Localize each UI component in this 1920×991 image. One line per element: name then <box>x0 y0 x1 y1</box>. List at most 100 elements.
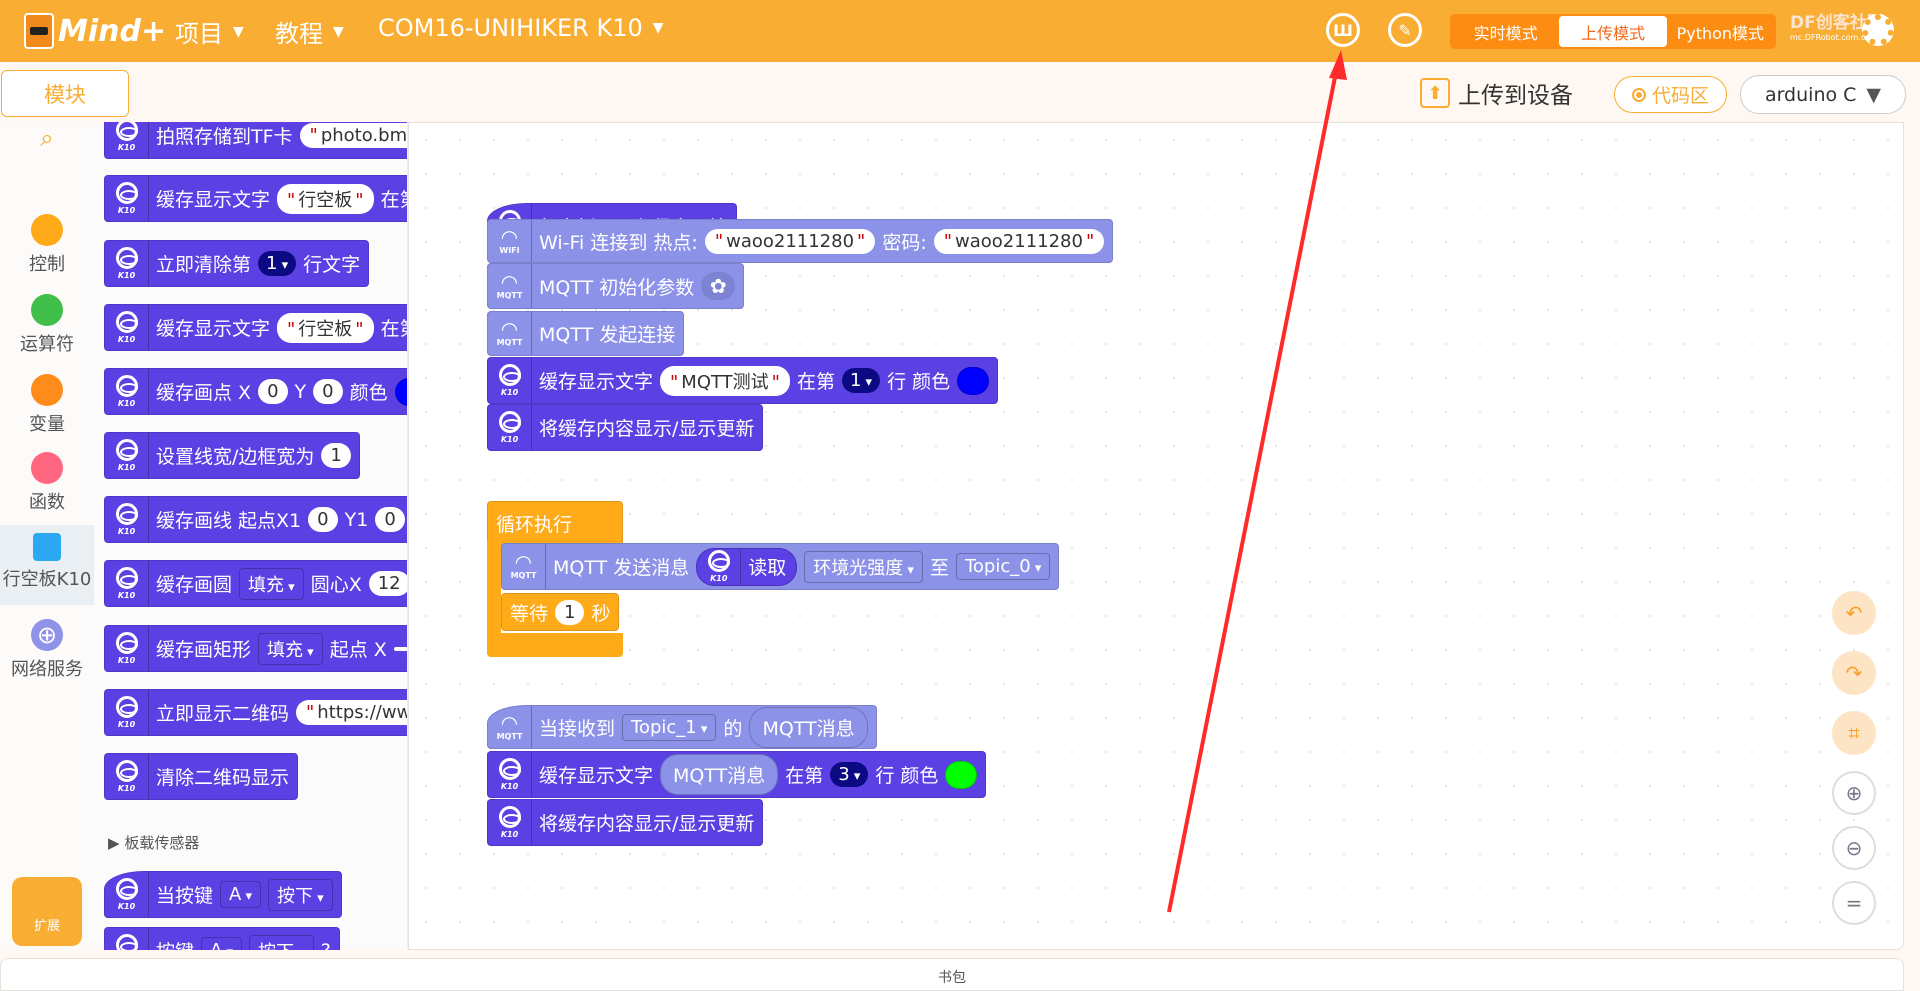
mode-python[interactable]: Python模式 <box>1667 16 1774 47</box>
code-block[interactable]: ◠ MQTT MQTT 初始化参数 ✿ <box>487 263 745 309</box>
dropdown[interactable]: 按下 <box>268 878 333 911</box>
palette-section-onboard-sensors[interactable]: ▶ 板载传感器 <box>108 832 199 853</box>
icon-caption: K10 <box>117 399 136 408</box>
code-block[interactable]: ◠MQTT MQTT 发送消息 K10 读取环境光强度至 Topic_0 <box>501 543 1060 590</box>
crop-icon[interactable]: ⌗ <box>1832 711 1876 755</box>
number-input[interactable]: 0 <box>308 507 338 532</box>
k10-board-icon <box>115 311 138 333</box>
color-picker[interactable] <box>957 366 990 395</box>
text-input[interactable]: waoo2111280 <box>704 228 876 254</box>
row-dropdown[interactable]: 1 <box>841 368 881 393</box>
number-input[interactable]: 0 <box>258 379 288 404</box>
category-label: 变量 <box>29 414 65 435</box>
number-input[interactable]: 1 <box>555 599 585 625</box>
text-input[interactable]: 行空板 <box>277 183 374 214</box>
reporter-mqtt-message[interactable]: MQTT消息 <box>660 754 779 795</box>
undo-icon[interactable]: ↶ <box>1832 591 1876 635</box>
dropdown[interactable]: Topic_0 <box>955 553 1051 580</box>
number-input[interactable]: 12 <box>368 571 407 596</box>
code-block[interactable]: 等待 1 秒 <box>501 593 620 631</box>
dropdown[interactable]: 填充 <box>258 632 323 665</box>
extension-button[interactable]: 扩展 <box>12 877 82 946</box>
category-network[interactable]: ⊕ 网络服务 <box>0 619 94 681</box>
palette-block[interactable]: K10 缓存显示文字行空板在第 <box>104 304 407 351</box>
zoom-out-icon[interactable]: ⊖ <box>1832 826 1876 870</box>
upload-to-device-button[interactable]: ⬆ 上传到设备 <box>1420 76 1573 110</box>
language-select[interactable]: arduino C ▼ <box>1740 75 1906 114</box>
number-input[interactable]: 0 <box>375 507 405 532</box>
device-port-select[interactable]: COM16-UNIHIKER K10 ▼ <box>378 14 664 42</box>
search-icon[interactable]: ⌕ <box>0 122 94 152</box>
zoom-in-icon[interactable]: ⊕ <box>1832 771 1876 815</box>
settings-gear-icon[interactable] <box>1862 14 1894 46</box>
category-operators[interactable]: 运算符 <box>0 294 94 356</box>
row-dropdown[interactable]: 1 <box>258 251 297 276</box>
code-block[interactable]: ◠MQTT 当接收到 Topic_1 的 MQTT消息 <box>487 705 877 749</box>
palette-block[interactable]: K10 缓存画线 起点X1 0 Y1 0 <box>104 496 407 543</box>
reset-zoom-icon[interactable]: = <box>1832 881 1876 925</box>
text-input[interactable]: MQTT测试 <box>660 365 790 396</box>
language-value: arduino C <box>1764 83 1857 106</box>
edit-icon[interactable]: ✎ <box>1388 13 1422 47</box>
menu-project[interactable]: 项目 ▼ <box>175 14 244 49</box>
code-block[interactable]: 循环执行 <box>487 501 623 545</box>
palette-block[interactable]: K10 拍照存储到TF卡 photo.bm <box>104 122 407 159</box>
menu-tutorial[interactable]: 教程 ▼ <box>275 14 344 49</box>
icon-caption: K10 <box>117 527 136 536</box>
palette-block[interactable]: K10 立即显示二维码 https://ww <box>104 689 407 736</box>
code-block[interactable]: K10 缓存显示文字 MQTT测试在第 1 行 颜色 <box>487 357 999 404</box>
text-input[interactable]: photo.bm <box>299 123 407 148</box>
palette-block[interactable]: K10 清除二维码显示 <box>104 753 299 800</box>
redo-icon[interactable]: ↷ <box>1832 651 1876 695</box>
block-icon: K10 <box>105 176 149 221</box>
palette-block[interactable]: K10 缓存显示文字行空板在第 <box>104 175 407 222</box>
palette-block[interactable]: K10 立即清除第 1 行文字 <box>104 240 370 287</box>
row-dropdown[interactable]: 3 <box>830 762 869 787</box>
code-area-toggle[interactable]: 代码区 <box>1614 76 1727 113</box>
color-picker[interactable] <box>394 377 407 406</box>
category-control[interactable]: 控制 <box>0 214 94 276</box>
dropdown[interactable]: 填充 <box>239 567 304 600</box>
code-canvas[interactable]: ↶ ↷ ⌗ ⊕ ⊖ = K10行空板K10主程序开始◠WIFIWi-Fi 连接到… <box>408 122 1904 950</box>
category-label: 行空板K10 <box>2 569 92 590</box>
code-block[interactable]: ◠WIFI Wi-Fi 连接到 热点: waoo2111280 密码: waoo2111… <box>487 219 1114 263</box>
palette-block[interactable]: K10 按键 A 按下? <box>104 927 340 950</box>
block-text: 循环执行 <box>496 514 573 536</box>
number-input[interactable]: 0 <box>313 379 343 404</box>
text-input[interactable]: waoo2111280 <box>933 228 1105 254</box>
dashboard-icon[interactable]: Ш <box>1326 13 1360 47</box>
dropdown[interactable]: 环境光强度 <box>804 550 923 583</box>
reporter-k10-read[interactable]: K10 读取 <box>696 547 798 586</box>
color-picker[interactable] <box>945 760 978 789</box>
mode-upload[interactable]: 上传模式 <box>1559 16 1667 47</box>
dropdown[interactable]: 按下 <box>249 934 314 950</box>
category-unihiker-k10[interactable]: 行空板K10 <box>0 525 94 605</box>
reporter-mqtt-message[interactable]: MQTT消息 <box>749 706 868 748</box>
code-block[interactable]: K10 将缓存内容显示/显示更新 <box>487 404 764 451</box>
category-dot-icon <box>31 452 63 484</box>
palette-block[interactable]: K10 当按键 A按下 <box>104 871 342 918</box>
tab-modules[interactable]: 模块 <box>1 70 129 117</box>
text-input[interactable]: 行空板 <box>277 312 374 343</box>
block-text: 等待 <box>510 602 549 625</box>
block-text: 圆心X <box>310 574 362 596</box>
palette-block[interactable]: K10 缓存画圆填充圆心X 12 <box>104 560 407 607</box>
category-variables[interactable]: 变量 <box>0 374 94 436</box>
settings-gear-icon[interactable]: ✿ <box>701 272 736 300</box>
category-functions[interactable]: 函数 <box>0 452 94 514</box>
dropdown[interactable]: A <box>220 881 262 908</box>
code-block[interactable]: K10 缓存显示文字 MQTT消息在第 3 行 颜色 <box>487 751 987 798</box>
text-input[interactable]: https://ww <box>296 700 407 725</box>
dropdown[interactable]: Topic_1 <box>622 713 717 741</box>
number-input[interactable] <box>393 646 407 651</box>
mode-realtime[interactable]: 实时模式 <box>1452 16 1559 47</box>
dropdown[interactable]: A <box>201 937 243 950</box>
code-block[interactable]: ◠ MQTT MQTT 发起连接 <box>487 311 685 356</box>
palette-block[interactable]: K10 缓存画点 X 0 Y 0 颜色 <box>104 368 407 415</box>
backpack-bar[interactable]: 书包 <box>0 958 1904 991</box>
number-input[interactable]: 1 <box>321 443 351 468</box>
code-block[interactable]: K10 将缓存内容显示/显示更新 <box>487 799 764 846</box>
palette-block[interactable]: K10 设置线宽/边框宽为 1 <box>104 432 360 479</box>
k10-board-icon <box>115 934 138 950</box>
palette-block[interactable]: K10 缓存画矩形填充起点 X <box>104 625 407 672</box>
